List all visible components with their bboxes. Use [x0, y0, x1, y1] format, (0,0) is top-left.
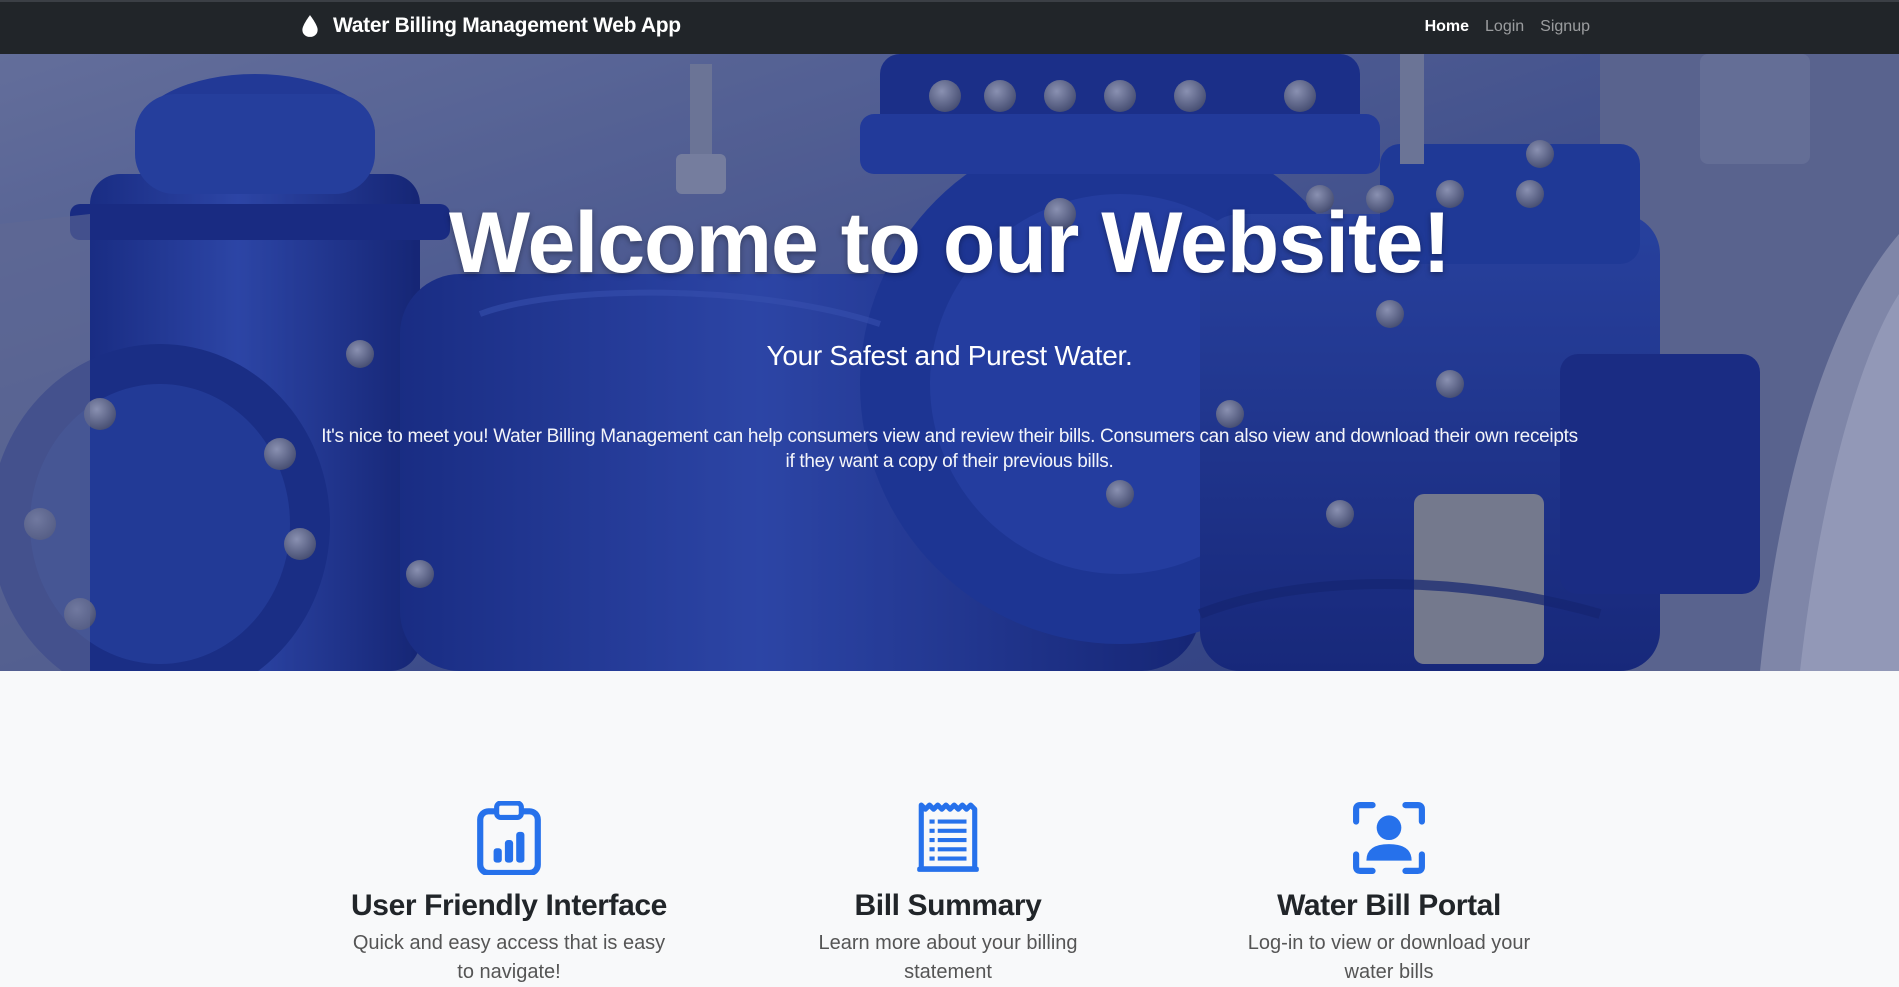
hero-description: It's nice to meet you! Water Billing Man…: [321, 426, 1578, 472]
feature-text: Learn more about your billing statement: [818, 932, 1078, 983]
feature-title: User Friendly Interface: [351, 889, 667, 922]
feature-user-friendly: User Friendly Interface Quick and easy a…: [339, 801, 679, 987]
feature-title: Bill Summary: [854, 889, 1042, 922]
feature-text: Quick and easy access that is easy to na…: [352, 932, 666, 983]
brand-link[interactable]: Water Billing Management Web App: [301, 14, 681, 38]
feature-text: Log-in to view or download your water bi…: [1247, 932, 1531, 983]
nav-home-link[interactable]: Home: [1425, 18, 1469, 36]
feature-water-bill-portal: Water Bill Portal Log-in to view or down…: [1219, 801, 1559, 987]
navbar: Water Billing Management Web App Home Lo…: [0, 0, 1899, 54]
water-drop-icon: [302, 15, 318, 37]
hero-subtitle: Your Safest and Purest Water.: [766, 340, 1133, 371]
person-scan-icon: [1353, 802, 1425, 874]
nav-links: Home Login Signup: [1425, 18, 1590, 36]
hero-title: Welcome to our Website!: [448, 195, 1451, 291]
clipboard-chart-icon: [477, 801, 541, 875]
nav-signup-link[interactable]: Signup: [1540, 18, 1590, 36]
feature-bill-summary: Bill Summary Learn more about your billi…: [778, 801, 1118, 987]
receipt-icon: [917, 802, 979, 872]
feature-title: Water Bill Portal: [1277, 889, 1501, 922]
brand-label: Water Billing Management Web App: [333, 14, 681, 37]
hero-section: Welcome to our Website! Your Safest and …: [0, 54, 1899, 671]
nav-login-link[interactable]: Login: [1485, 18, 1524, 36]
features-section: User Friendly Interface Quick and easy a…: [0, 671, 1899, 986]
